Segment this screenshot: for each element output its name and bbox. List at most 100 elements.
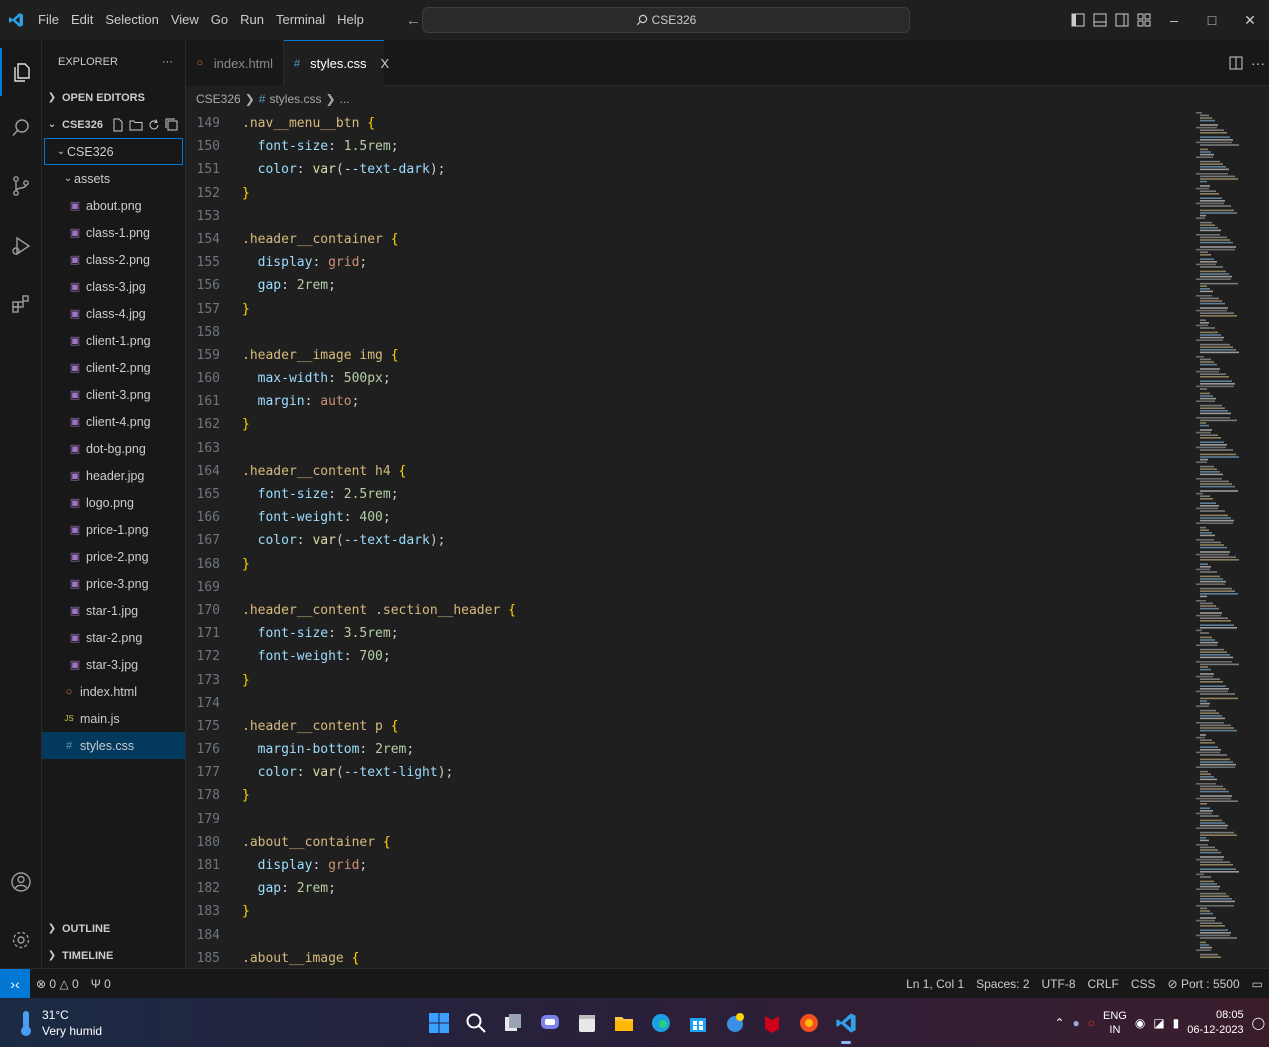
volume-icon[interactable]: ◪ <box>1153 1016 1164 1030</box>
tree-file-item[interactable]: ▣ client-1.png <box>42 327 185 354</box>
battery-icon[interactable]: ▮ <box>1173 1016 1180 1030</box>
tree-file-item[interactable]: # styles.css <box>42 732 185 759</box>
file-explorer-icon[interactable] <box>611 998 636 1047</box>
explorer-files-icon[interactable] <box>0 48 42 96</box>
close-tab-icon[interactable]: X <box>380 56 389 71</box>
minimize-icon[interactable]: – <box>1155 0 1193 40</box>
menu-item-go[interactable]: Go <box>205 0 234 40</box>
menu-item-run[interactable]: Run <box>234 0 270 40</box>
tree-folder-root[interactable]: ⌄ CSE326 <box>44 138 183 165</box>
close-window-icon[interactable]: ✕ <box>1231 0 1269 40</box>
maximize-icon[interactable]: □ <box>1193 0 1231 40</box>
mcafee-icon[interactable] <box>759 998 784 1047</box>
timeline-section[interactable]: ❯ TIMELINE <box>42 942 186 969</box>
new-file-icon[interactable] <box>111 118 125 132</box>
ports-indicator[interactable]: Ψ 0 <box>85 977 117 991</box>
notifications-bell-icon[interactable]: ▭ <box>1246 977 1269 991</box>
browser-app-icon[interactable] <box>796 998 821 1047</box>
breadcrumb-folder[interactable]: CSE326 <box>196 92 241 106</box>
tree-file-item[interactable]: ▣ class-4.jpg <box>42 300 185 327</box>
search-taskbar-icon[interactable] <box>463 998 488 1047</box>
more-actions-icon[interactable]: ··· <box>1251 55 1265 71</box>
menu-item-edit[interactable]: Edit <box>65 0 99 40</box>
toggle-primary-sidebar-icon[interactable] <box>1067 0 1089 40</box>
tray-app-icon[interactable]: ● <box>1073 1016 1080 1030</box>
customize-layout-icon[interactable] <box>1133 0 1155 40</box>
tree-file-item[interactable]: ▣ logo.png <box>42 489 185 516</box>
notification-center-icon[interactable]: ◯ <box>1252 1016 1265 1030</box>
run-and-debug-icon[interactable] <box>0 222 42 270</box>
tree-file-item[interactable]: ▣ client-4.png <box>42 408 185 435</box>
tree-folder-assets[interactable]: ⌄ assets <box>42 165 185 192</box>
chevron-up-icon[interactable]: ⌃ <box>1054 1016 1064 1030</box>
chat-icon[interactable] <box>537 998 562 1047</box>
weather-widget[interactable]: 31°C Very humid <box>0 1007 200 1039</box>
breadcrumb-file[interactable]: styles.css <box>269 92 321 106</box>
open-editors-section[interactable]: ❯ OPEN EDITORS <box>42 84 185 111</box>
toggle-secondary-sidebar-icon[interactable] <box>1111 0 1133 40</box>
windows-start-icon[interactable] <box>426 998 451 1047</box>
clock[interactable]: 08:05 06-12-2023 <box>1187 1008 1243 1038</box>
outline-section[interactable]: ❯ OUTLINE <box>42 915 186 942</box>
minimap[interactable] <box>1186 112 1269 968</box>
calendar-app-icon[interactable] <box>574 998 599 1047</box>
tree-file-item[interactable]: ▣ about.png <box>42 192 185 219</box>
back-arrow-icon[interactable]: ← <box>406 12 421 29</box>
tree-file-item[interactable]: ▣ class-1.png <box>42 219 185 246</box>
language-mode[interactable]: CSS <box>1125 977 1162 991</box>
extensions-icon[interactable] <box>0 280 42 328</box>
tab-styles-css[interactable]: # styles.css X <box>284 40 389 86</box>
tree-file-item[interactable]: ○ index.html <box>42 678 185 705</box>
wifi-icon[interactable]: ◉ <box>1135 1016 1145 1030</box>
tree-file-item[interactable]: ▣ class-3.jpg <box>42 273 185 300</box>
menu-item-terminal[interactable]: Terminal <box>270 0 331 40</box>
explorer-more-actions[interactable]: ··· <box>162 56 173 68</box>
notification-app-icon[interactable] <box>722 998 747 1047</box>
live-server-port[interactable]: ⊘ Port : 5500 <box>1162 977 1246 991</box>
vscode-taskbar-icon[interactable] <box>833 998 858 1047</box>
tree-file-item[interactable]: ▣ star-3.jpg <box>42 651 185 678</box>
tree-file-item[interactable]: ▣ price-3.png <box>42 570 185 597</box>
microsoft-store-icon[interactable] <box>685 998 710 1047</box>
tree-file-item[interactable]: ▣ dot-bg.png <box>42 435 185 462</box>
tree-file-item[interactable]: ▣ header.jpg <box>42 462 185 489</box>
menu-item-file[interactable]: File <box>32 0 65 40</box>
new-folder-icon[interactable] <box>129 118 143 132</box>
edge-browser-icon[interactable] <box>648 998 673 1047</box>
code-line: 154 .header__container { <box>186 228 1186 251</box>
menu-item-help[interactable]: Help <box>331 0 370 40</box>
encoding[interactable]: UTF-8 <box>1036 977 1082 991</box>
tree-file-item[interactable]: ▣ star-2.png <box>42 624 185 651</box>
tray-security-icon[interactable]: ○ <box>1088 1016 1095 1030</box>
breadcrumb-symbol[interactable]: ... <box>340 92 350 106</box>
tree-file-item[interactable]: ▣ class-2.png <box>42 246 185 273</box>
indentation[interactable]: Spaces: 2 <box>970 977 1035 991</box>
settings-gear-icon[interactable] <box>0 916 42 964</box>
line-endings[interactable]: CRLF <box>1082 977 1125 991</box>
tree-file-item[interactable]: ▣ price-1.png <box>42 516 185 543</box>
refresh-icon[interactable] <box>147 118 161 132</box>
tree-file-item[interactable]: ▣ client-2.png <box>42 354 185 381</box>
tree-file-item[interactable]: ▣ price-2.png <box>42 543 185 570</box>
menu-item-selection[interactable]: Selection <box>99 0 164 40</box>
tree-file-item[interactable]: JS main.js <box>42 705 185 732</box>
menu-item-view[interactable]: View <box>165 0 205 40</box>
folder-label: assets <box>74 171 111 186</box>
split-editor-icon[interactable] <box>1229 56 1243 70</box>
collapse-all-icon[interactable] <box>165 118 179 132</box>
command-center-search[interactable]: CSE326 <box>422 7 910 33</box>
cursor-position[interactable]: Ln 1, Col 1 <box>900 977 970 991</box>
tree-file-item[interactable]: ▣ client-3.png <box>42 381 185 408</box>
account-icon[interactable] <box>0 858 42 906</box>
problems-indicator[interactable]: ⊗ 0 △ 0 <box>30 977 85 991</box>
workspace-section[interactable]: ⌄ CSE326 <box>42 111 185 138</box>
tree-file-item[interactable]: ▣ star-1.jpg <box>42 597 185 624</box>
tab-index-html[interactable]: ○ index.html <box>186 40 284 86</box>
source-control-icon[interactable] <box>0 162 42 210</box>
code-editor[interactable]: 149 .nav__menu__btn {150 font-size: 1.5re… <box>186 112 1186 968</box>
remote-indicator-icon[interactable]: ›‹ <box>0 968 30 999</box>
search-activity-icon[interactable] <box>0 104 42 152</box>
language-indicator[interactable]: ENG IN <box>1103 1009 1127 1037</box>
toggle-panel-icon[interactable] <box>1089 0 1111 40</box>
task-view-icon[interactable] <box>500 998 525 1047</box>
